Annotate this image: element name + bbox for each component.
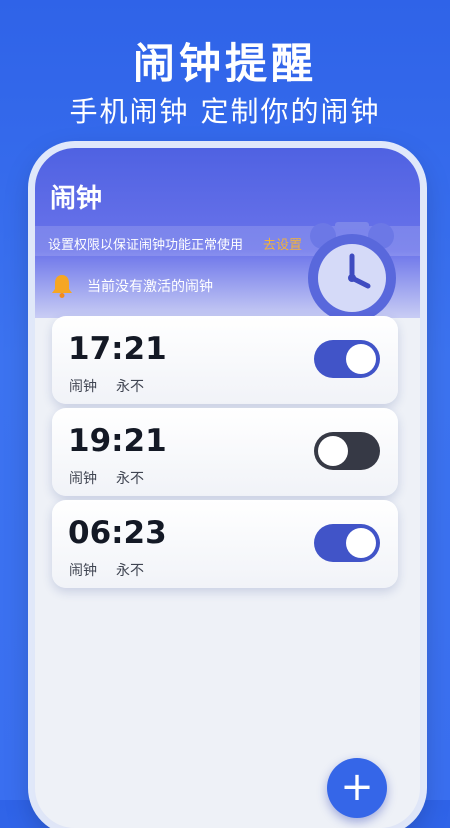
- alarm-label: 闹钟: [69, 379, 97, 395]
- plus-icon: +: [340, 764, 374, 810]
- alarm-card[interactable]: 17:21 闹钟 永不: [52, 316, 398, 404]
- alarm-time: 19:21: [68, 423, 167, 459]
- toggle-knob: [346, 344, 376, 374]
- app-title: 闹钟: [50, 184, 103, 214]
- promo-subline: 手机闹钟 定制你的闹钟: [69, 95, 381, 128]
- alarm-toggle[interactable]: [314, 524, 380, 562]
- alarm-toggle[interactable]: [314, 340, 380, 378]
- alarm-toggle[interactable]: [314, 432, 380, 470]
- alarm-repeat: 永不: [116, 379, 144, 395]
- alarm-clock-icon: [308, 222, 396, 322]
- alarm-time: 17:21: [68, 331, 167, 367]
- app-header: 闹钟 设置权限以保证闹钟功能正常使用 去设置 当前没有激活的闹钟: [35, 148, 420, 322]
- alarm-repeat: 永不: [116, 471, 144, 487]
- alarm-label: 闹钟: [69, 563, 97, 579]
- add-alarm-button[interactable]: +: [327, 758, 387, 818]
- alarm-label: 闹钟: [69, 471, 97, 487]
- bell-icon: [52, 275, 72, 298]
- permission-text: 设置权限以保证闹钟功能正常使用: [48, 238, 244, 253]
- alarm-repeat: 永不: [116, 563, 144, 579]
- phone-frame: 闹钟 设置权限以保证闹钟功能正常使用 去设置 当前没有激活的闹钟 17:21 闹…: [35, 148, 420, 828]
- toggle-knob: [318, 436, 348, 466]
- alarm-status-text: 当前没有激活的闹钟: [87, 279, 213, 295]
- promo-headline: 闹钟提醒: [132, 39, 317, 88]
- alarm-card[interactable]: 19:21 闹钟 永不: [52, 408, 398, 496]
- alarm-card[interactable]: 06:23 闹钟 永不: [52, 500, 398, 588]
- alarm-time: 06:23: [68, 515, 167, 551]
- toggle-knob: [346, 528, 376, 558]
